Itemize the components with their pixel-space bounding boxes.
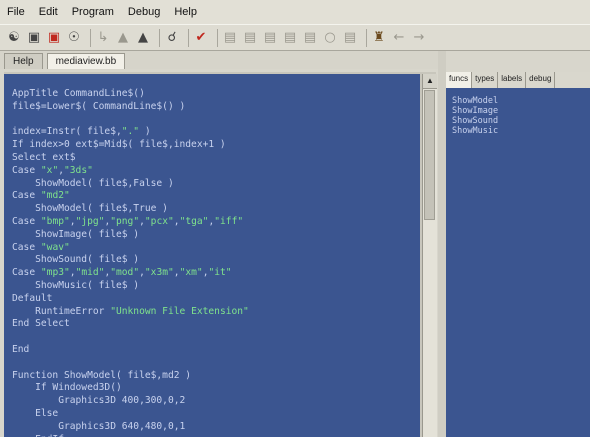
side-panel-tabs: funcs types labels debug (446, 72, 590, 88)
menu-help[interactable]: Help (167, 6, 204, 18)
back-arrow-icon[interactable]: ↳ (95, 30, 111, 46)
code-line: Case "wav" (12, 241, 70, 253)
debug-watch-icon[interactable]: ○ (322, 30, 338, 46)
code-line: If Windowed3D() (12, 382, 122, 394)
toolbar-separator (159, 28, 160, 47)
pin-icon[interactable]: ☉ (66, 30, 82, 46)
pane-splitter[interactable] (438, 51, 446, 437)
code-line: If index>0 ext$=Mid$( file$,index+1 ) (12, 139, 226, 151)
toolbar: ☯ ▣ ▣ ☉ ↳ ▲ ▲ ☌ ✔ ▤ ▤ ▤ ▤ ▤ ○ ▤ ♜ ← → (0, 24, 590, 51)
function-item[interactable]: ShowMusic (452, 126, 498, 136)
code-line: ShowSound( file$ ) (12, 254, 140, 266)
code-line: Case "x","3ds" (12, 164, 93, 176)
function-item[interactable]: ShowImage (452, 106, 498, 116)
code-line: ShowModel( file$,True ) (12, 203, 168, 215)
code-line: Default (12, 292, 53, 304)
tab-help[interactable]: Help (4, 53, 43, 69)
editor-frame: AppTitle CommandLine$() file$=Lower$( Com… (4, 72, 437, 437)
code-line: Graphics3D 640,480,0,1 (12, 420, 186, 432)
tab-labels[interactable]: labels (498, 72, 527, 88)
debug-step3-icon[interactable]: ▤ (262, 30, 278, 46)
code-line: ShowModel( file$,False ) (12, 177, 174, 189)
debug-step5-icon[interactable]: ▤ (302, 30, 318, 46)
toolbar-separator (366, 28, 367, 47)
function-item[interactable]: ShowSound (452, 116, 498, 126)
scroll-thumb[interactable] (424, 90, 435, 220)
menu-debug[interactable]: Debug (121, 6, 167, 18)
toolbar-separator (217, 28, 218, 47)
debug-stop-icon[interactable]: ▤ (342, 30, 358, 46)
code-line: index=Instr( file$,"." ) (12, 126, 151, 138)
code-line: file$=Lower$( CommandLine$() ) (12, 100, 186, 112)
code-line: End (12, 343, 30, 355)
save-all-icon[interactable]: ▣ (46, 30, 62, 46)
code-line: EndIf (12, 434, 249, 437)
save-icon[interactable]: ▣ (26, 30, 42, 46)
function-item[interactable]: ShowModel (452, 96, 498, 106)
hat-icon[interactable]: ▲ (115, 30, 131, 46)
code-line: End Select (12, 318, 70, 330)
code-text: AppTitle CommandLine$() file$=Lower$( Com… (12, 88, 249, 437)
menu-bar: File Edit Program Debug Help (0, 0, 590, 24)
toolbar-separator (188, 28, 189, 47)
tab-funcs[interactable]: funcs (446, 72, 473, 88)
code-line: Else (12, 407, 59, 419)
code-line: Case "mp3","mid","mod","x3m","xm","it" (12, 267, 232, 279)
code-line: Case "bmp","jpg","png","pcx","tga","iff" (12, 215, 244, 227)
nav-back-icon[interactable]: ← (391, 30, 407, 46)
nav-forward-icon[interactable]: → (411, 30, 427, 46)
code-line: Select ext$ (12, 151, 76, 163)
code-line: AppTitle CommandLine$() (12, 88, 145, 99)
debug-step4-icon[interactable]: ▤ (282, 30, 298, 46)
debug-step2-icon[interactable]: ▤ (242, 30, 258, 46)
scroll-up-arrow-icon[interactable]: ▲ (423, 74, 437, 89)
debug-step-icon[interactable]: ▤ (222, 30, 238, 46)
code-line: ShowImage( file$ ) (12, 228, 140, 240)
menu-edit[interactable]: Edit (32, 6, 65, 18)
menu-program[interactable]: Program (65, 6, 121, 18)
code-line: Graphics3D 400,300,0,2 (12, 395, 186, 407)
function-list: ShowModel ShowImage ShowSound ShowMusic (452, 96, 498, 136)
code-line: Case "md2" (12, 190, 70, 202)
code-line: ShowMusic( file$ ) (12, 279, 140, 291)
menu-file[interactable]: File (0, 6, 32, 18)
open-icon[interactable]: ☯ (6, 30, 22, 46)
tab-debug[interactable]: debug (526, 72, 556, 88)
home-icon[interactable]: ♜ (371, 30, 387, 46)
editor-tab-bar: Help mediaview.bb (0, 51, 440, 69)
tab-types[interactable]: types (472, 72, 499, 88)
find-icon[interactable]: ☌ (164, 30, 180, 46)
run-icon[interactable]: ✔ (193, 30, 209, 46)
tab-mediaview[interactable]: mediaview.bb (46, 53, 126, 69)
code-line: Function ShowModel( file$,md2 ) (12, 369, 192, 381)
editor-vertical-scrollbar[interactable]: ▲ (422, 74, 437, 437)
code-editor[interactable]: AppTitle CommandLine$() file$=Lower$( Com… (4, 74, 420, 437)
code-line: RuntimeError "Unknown File Extension" (12, 305, 249, 317)
toolbar-separator (90, 28, 91, 47)
hat2-icon[interactable]: ▲ (135, 30, 151, 46)
